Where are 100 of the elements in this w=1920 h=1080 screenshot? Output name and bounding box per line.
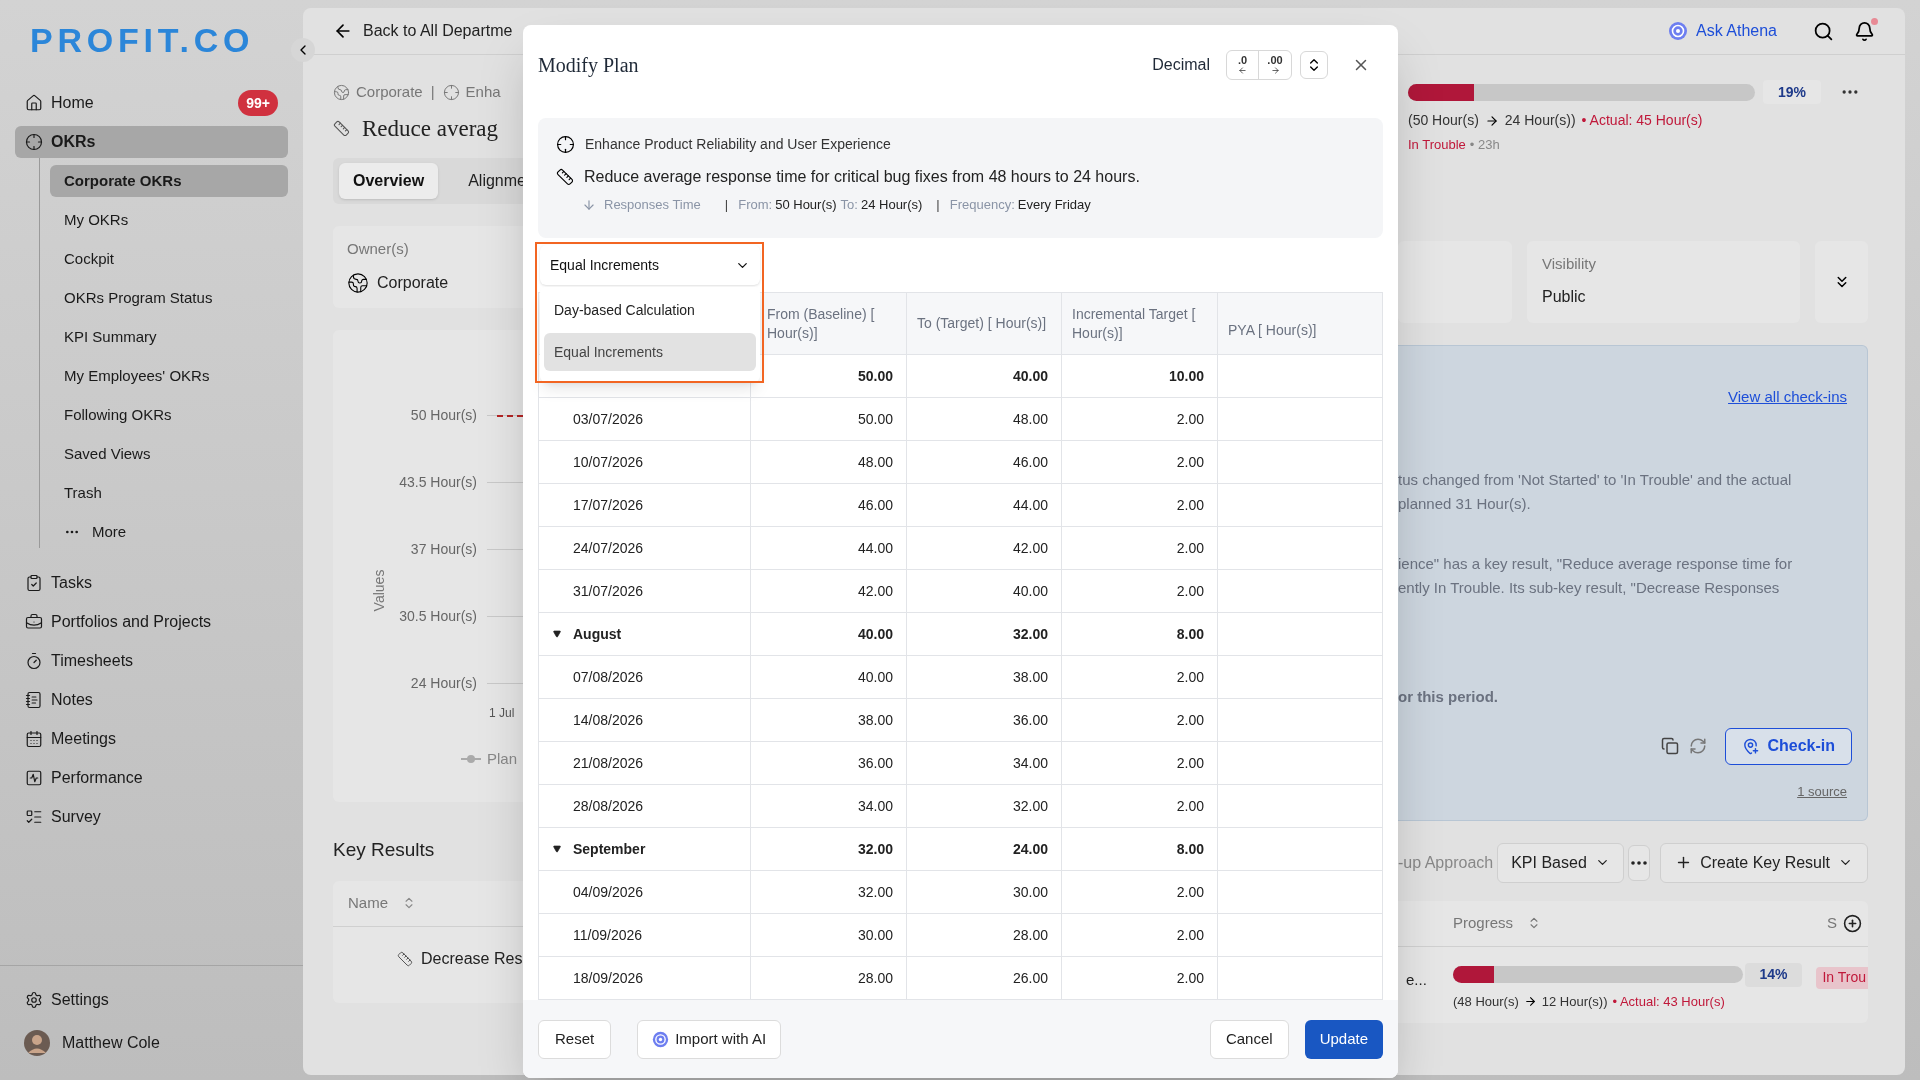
date-label: 21/08/2026 (572, 753, 644, 773)
table-cell-text: 32.00 (1012, 624, 1048, 644)
user-profile[interactable]: Matthew Cole (24, 1030, 278, 1056)
back-link[interactable]: Back to All Departme (363, 19, 513, 43)
table-cell-text: 2.00 (1176, 796, 1204, 816)
nav-item[interactable]: Notes (15, 684, 288, 716)
actual-value: • Actual: 43 Hour(s) (1612, 992, 1725, 1011)
globe-icon (333, 83, 350, 101)
table-cell-text: 34.00 (857, 796, 893, 816)
column-header: Incremental Target [ Hour(s)] (1072, 304, 1197, 343)
table-cell-text: 42.00 (1012, 538, 1048, 558)
search-icon[interactable] (1813, 20, 1834, 42)
field-label: Frequency: (949, 196, 1015, 214)
table-cell-text: 28.00 (857, 968, 893, 988)
submenu-item[interactable]: More (50, 516, 288, 548)
bell-icon[interactable] (1854, 20, 1875, 42)
table-cell-text: 48.00 (1012, 409, 1048, 429)
table-cell-text: 32.00 (857, 882, 893, 902)
copy-icon[interactable] (1661, 737, 1680, 755)
nav-item[interactable]: Tasks (15, 567, 288, 599)
breadcrumb-link[interactable]: Corporate (356, 81, 423, 104)
source-link[interactable]: 1 source (1797, 781, 1847, 801)
nav-icon (25, 808, 43, 826)
table-cell-text: 8.00 (1176, 839, 1204, 859)
caret-icon[interactable] (553, 630, 561, 638)
nav-item[interactable]: Portfolios and Projects (15, 606, 288, 638)
field-value: Every Friday (1017, 196, 1091, 214)
table-cell-text: 2.00 (1176, 710, 1204, 730)
caret-icon[interactable] (553, 845, 561, 853)
collapse-button[interactable] (291, 38, 315, 62)
nav-icon (25, 730, 43, 748)
axis-title: Values (370, 569, 389, 612)
table-cell-text: 40.00 (857, 667, 893, 687)
nav-icon (25, 574, 43, 592)
field-value: Public (1542, 287, 1587, 307)
submenu-item[interactable]: Following OKRs (50, 399, 288, 431)
table-cell-text: 38.00 (1012, 667, 1048, 687)
tab[interactable]: Overview (339, 163, 439, 199)
table-cell-text: 30.00 (857, 925, 893, 945)
reset-button[interactable]: Reset (538, 1019, 612, 1059)
date-label: 11/09/2026 (572, 925, 643, 945)
month-label: August (573, 624, 622, 644)
more-icon (1630, 860, 1647, 865)
nav-item[interactable]: Home 99+ (15, 87, 288, 119)
submenu-item[interactable]: My OKRs (50, 204, 288, 236)
submenu-item[interactable]: My Employees' OKRs (50, 360, 288, 392)
submenu-item[interactable]: Saved Views (50, 438, 288, 470)
field-label: -up Approach (1398, 852, 1494, 873)
increase-decimals-button[interactable]: .00 (1259, 51, 1291, 79)
target-icon (556, 135, 575, 154)
column-header: Progress (1453, 912, 1514, 933)
nav-item[interactable]: Meetings (15, 723, 288, 755)
import-button[interactable]: Import with AI (637, 1019, 782, 1059)
create-button[interactable]: Create Key Result (1660, 842, 1868, 883)
table-cell-text: 44.00 (857, 538, 893, 558)
submenu-item[interactable]: OKRs Program Status (50, 282, 288, 314)
date-label: 18/09/2026 (572, 968, 644, 988)
table-cell-text: 46.00 (857, 495, 893, 515)
nav-item[interactable]: Performance (15, 762, 288, 794)
arrow-icon (1523, 994, 1537, 1008)
cancel-button[interactable]: Cancel (1209, 1019, 1289, 1059)
settings-link[interactable]: Settings (25, 988, 278, 1012)
submenu-item[interactable]: Corporate OKRs (50, 165, 288, 197)
method-select[interactable]: Equal Increments (540, 245, 760, 285)
submenu-item[interactable]: KPI Summary (50, 321, 288, 353)
nav-icon (25, 613, 43, 631)
table-cell-text: 36.00 (1012, 710, 1048, 730)
update-button[interactable]: Update (1304, 1019, 1383, 1059)
nav-item[interactable]: Survey (15, 801, 288, 833)
field-value: 24 Hour(s) (860, 196, 923, 214)
submenu-item[interactable]: Trash (50, 477, 288, 509)
refresh-icon[interactable] (1689, 737, 1708, 755)
sort-button[interactable] (1300, 51, 1328, 79)
nav-item[interactable]: OKRs (15, 126, 288, 158)
more-button[interactable] (1627, 844, 1651, 881)
decrease-decimals-button[interactable]: .0 (1227, 51, 1259, 79)
submenu-item[interactable]: Cockpit (50, 243, 288, 275)
column-header: To (Target) [ Hour(s)] (917, 314, 1047, 333)
nav-item[interactable]: Timesheets (15, 645, 288, 677)
check-in-button[interactable]: Check-in (1725, 727, 1852, 765)
table-cell-text: 40.00 (1012, 366, 1048, 386)
table-cell-text: 40.00 (857, 624, 893, 644)
dropdown-option[interactable]: Day-based Calculation (544, 291, 756, 329)
table-cell-text: 34.00 (1012, 753, 1048, 773)
axis-label: 50 Hour(s) (409, 405, 477, 425)
objective-text: Enhance Product Reliability and User Experience (585, 135, 891, 154)
approach-select[interactable]: KPI Based (1497, 842, 1624, 883)
table-cell-text: 48.00 (857, 452, 893, 472)
assistant-link[interactable]: Ask Athena (1696, 19, 1777, 43)
table-cell-text: 42.00 (857, 581, 893, 601)
breadcrumb-link[interactable]: Enha (465, 81, 501, 104)
table-cell-text: 50.00 (857, 366, 893, 386)
dropdown-option[interactable]: Equal Increments (544, 333, 756, 371)
actual-value: • Actual: 45 Hour(s) (1581, 111, 1703, 130)
status-badge: In Trou (1816, 966, 1868, 989)
add-column-icon[interactable] (1843, 913, 1862, 933)
view-all-link[interactable]: View all check-ins (1728, 385, 1847, 408)
time-ago: • 23h (1469, 136, 1500, 154)
format-label: Decimal (1152, 55, 1210, 75)
nav-icon (25, 769, 43, 787)
